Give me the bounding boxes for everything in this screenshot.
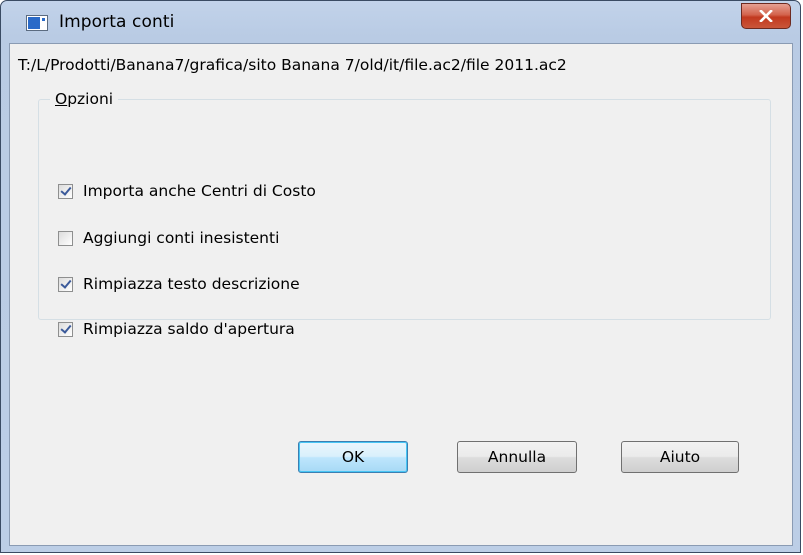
help-button[interactable]: Aiuto xyxy=(621,441,739,473)
cancel-button[interactable]: Annulla xyxy=(457,441,577,473)
option-label: Rimpiazza testo descrizione xyxy=(83,275,300,293)
option-add-missing-accounts[interactable]: Aggiungi conti inesistenti xyxy=(58,227,279,249)
title-bar[interactable]: Importa conti xyxy=(1,1,800,43)
file-path: T:/L/Prodotti/Banana7/grafica/sito Banan… xyxy=(18,56,567,74)
dialog-title: Importa conti xyxy=(59,12,175,32)
close-button[interactable] xyxy=(741,3,791,29)
add-missing-accounts-checkbox[interactable] xyxy=(58,230,73,246)
import-cost-centers-checkbox[interactable] xyxy=(58,183,73,199)
replace-opening-balance-checkbox[interactable] xyxy=(58,321,73,337)
option-label: Rimpiazza saldo d'apertura xyxy=(83,320,295,338)
app-icon xyxy=(26,15,48,31)
options-legend: Opzioni xyxy=(50,90,119,108)
replace-description-checkbox[interactable] xyxy=(58,276,73,292)
option-label: Aggiungi conti inesistenti xyxy=(83,229,280,247)
option-import-cost-centers[interactable]: Importa anche Centri di Costo xyxy=(58,180,316,202)
close-icon xyxy=(759,10,773,22)
option-label: Importa anche Centri di Costo xyxy=(83,182,316,200)
import-accounts-dialog: Importa conti T:/L/Prodotti/Banana7/graf… xyxy=(0,0,801,553)
option-replace-description[interactable]: Rimpiazza testo descrizione xyxy=(58,273,300,295)
option-replace-opening-balance[interactable]: Rimpiazza saldo d'apertura xyxy=(58,318,295,340)
ok-button[interactable]: OK xyxy=(298,441,408,473)
